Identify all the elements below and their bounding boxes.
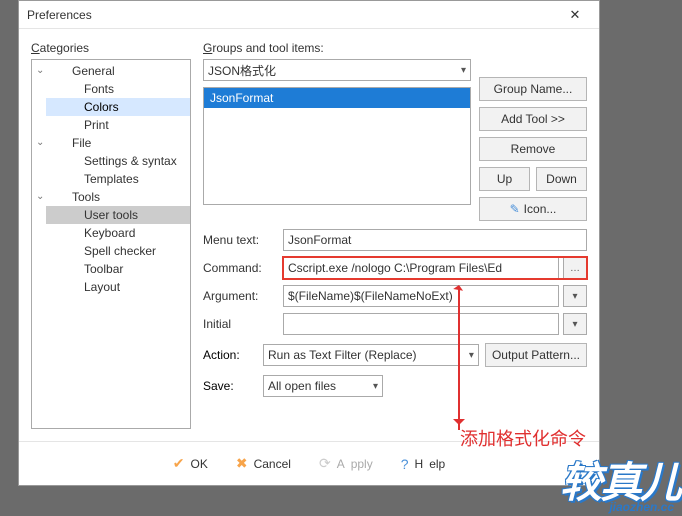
remove-button[interactable]: Remove bbox=[479, 137, 587, 161]
menu-text-label: Menu text: bbox=[203, 233, 277, 247]
tree-item[interactable]: Settings & syntax bbox=[46, 152, 190, 170]
output-pattern-button[interactable]: Output Pattern... bbox=[485, 343, 587, 367]
chevron-down-icon: ▾ bbox=[373, 381, 378, 392]
categories-label: Categories bbox=[31, 41, 191, 55]
chevron-down-icon: ▾ bbox=[469, 350, 474, 361]
add-tool-button[interactable]: Add Tool >> bbox=[479, 107, 587, 131]
cancel-button[interactable]: ✖Cancel bbox=[236, 455, 291, 472]
tree-item[interactable]: Fonts bbox=[46, 80, 190, 98]
cancel-icon: ✖ bbox=[236, 455, 248, 472]
categories-tree[interactable]: ⌄GeneralFontsColorsPrint⌄FileSettings & … bbox=[31, 59, 191, 429]
groups-label: Groups and tool items: bbox=[203, 41, 587, 55]
tool-listbox[interactable]: JsonFormat bbox=[203, 87, 471, 205]
tree-expander-icon[interactable]: ⌄ bbox=[36, 191, 44, 202]
window-title: Preferences bbox=[27, 8, 559, 22]
right-pane: Groups and tool items: JSON格式化 ▾ JsonFor… bbox=[203, 41, 587, 429]
argument-menu-button[interactable]: ▾ bbox=[563, 285, 587, 307]
command-browse-button[interactable]: … bbox=[563, 257, 587, 279]
tree-item[interactable]: User tools bbox=[46, 206, 190, 224]
groups-row: JSON格式化 ▾ JsonFormat Group Name... Add T… bbox=[203, 59, 587, 221]
argument-label: Argument: bbox=[203, 289, 277, 303]
apply-icon: ⟳ bbox=[319, 455, 331, 472]
save-row: Save: All open files ▾ bbox=[203, 375, 587, 397]
ok-button[interactable]: ✔OK bbox=[173, 455, 208, 472]
save-value: All open files bbox=[268, 379, 336, 393]
tree-branch[interactable]: File bbox=[46, 134, 190, 152]
group-combo-value: JSON格式化 bbox=[208, 62, 276, 79]
tree-item[interactable]: Print bbox=[46, 116, 190, 134]
bottom-bar: ✔OK ✖Cancel ⟳Apply ?Help bbox=[19, 441, 599, 485]
apply-button[interactable]: ⟳Apply bbox=[319, 455, 373, 472]
action-dropdown[interactable]: Run as Text Filter (Replace) ▾ bbox=[263, 344, 479, 366]
tree-item[interactable]: Colors bbox=[46, 98, 190, 116]
tree-item[interactable]: Keyboard bbox=[46, 224, 190, 242]
save-dropdown[interactable]: All open files ▾ bbox=[263, 375, 383, 397]
up-button[interactable]: Up bbox=[479, 167, 530, 191]
wand-icon: ✎ bbox=[510, 202, 520, 216]
down-button[interactable]: Down bbox=[536, 167, 587, 191]
watermark-py: jiaozhen.cc bbox=[560, 500, 680, 514]
command-label: Command: bbox=[203, 261, 277, 275]
command-group: Cscript.exe /nologo C:\Program Files\Ed … bbox=[283, 257, 587, 279]
command-input[interactable]: Cscript.exe /nologo C:\Program Files\Ed bbox=[283, 257, 559, 279]
initial-label: Initial bbox=[203, 317, 277, 331]
action-row: Action: Run as Text Filter (Replace) ▾ O… bbox=[203, 343, 587, 367]
action-value: Run as Text Filter (Replace) bbox=[268, 348, 417, 362]
check-icon: ✔ bbox=[173, 455, 185, 472]
argument-input[interactable]: $(FileName)$(FileNameNoExt) bbox=[283, 285, 559, 307]
tree-item[interactable]: Templates bbox=[46, 170, 190, 188]
preferences-window: Preferences ✕ Categories ⌄GeneralFontsCo… bbox=[18, 0, 600, 486]
group-buttons: Group Name... Add Tool >> Remove Up Down… bbox=[479, 77, 587, 221]
content-area: Categories ⌄GeneralFontsColorsPrint⌄File… bbox=[19, 29, 599, 441]
group-name-button[interactable]: Group Name... bbox=[479, 77, 587, 101]
group-combo[interactable]: JSON格式化 ▾ bbox=[203, 59, 471, 81]
help-icon: ? bbox=[401, 456, 409, 472]
groups-left: JSON格式化 ▾ JsonFormat bbox=[203, 59, 471, 205]
save-label: Save: bbox=[203, 379, 257, 393]
tree-branch[interactable]: General bbox=[46, 62, 190, 80]
icon-button[interactable]: ✎Icon... bbox=[479, 197, 587, 221]
tree-item[interactable]: Spell checker bbox=[46, 242, 190, 260]
tree-item[interactable]: Toolbar bbox=[46, 260, 190, 278]
action-label: Action: bbox=[203, 348, 257, 362]
tool-form: Menu text: JsonFormat Command: Cscript.e… bbox=[203, 229, 587, 335]
argument-group: $(FileName)$(FileNameNoExt) ▾ bbox=[283, 285, 587, 307]
tree-branch[interactable]: Tools bbox=[46, 188, 190, 206]
titlebar: Preferences ✕ bbox=[19, 1, 599, 29]
list-item[interactable]: JsonFormat bbox=[204, 88, 470, 108]
initial-group: ▾ bbox=[283, 313, 587, 335]
tree-expander-icon[interactable]: ⌄ bbox=[36, 65, 44, 76]
initial-menu-button[interactable]: ▾ bbox=[563, 313, 587, 335]
chevron-down-icon: ▾ bbox=[461, 65, 466, 76]
menu-text-input[interactable]: JsonFormat bbox=[283, 229, 587, 251]
initial-input[interactable] bbox=[283, 313, 559, 335]
tree-expander-icon[interactable]: ⌄ bbox=[36, 137, 44, 148]
tree-item[interactable]: Layout bbox=[46, 278, 190, 296]
categories-pane: Categories ⌄GeneralFontsColorsPrint⌄File… bbox=[31, 41, 191, 429]
help-button[interactable]: ?Help bbox=[401, 456, 445, 472]
close-icon[interactable]: ✕ bbox=[559, 7, 591, 23]
